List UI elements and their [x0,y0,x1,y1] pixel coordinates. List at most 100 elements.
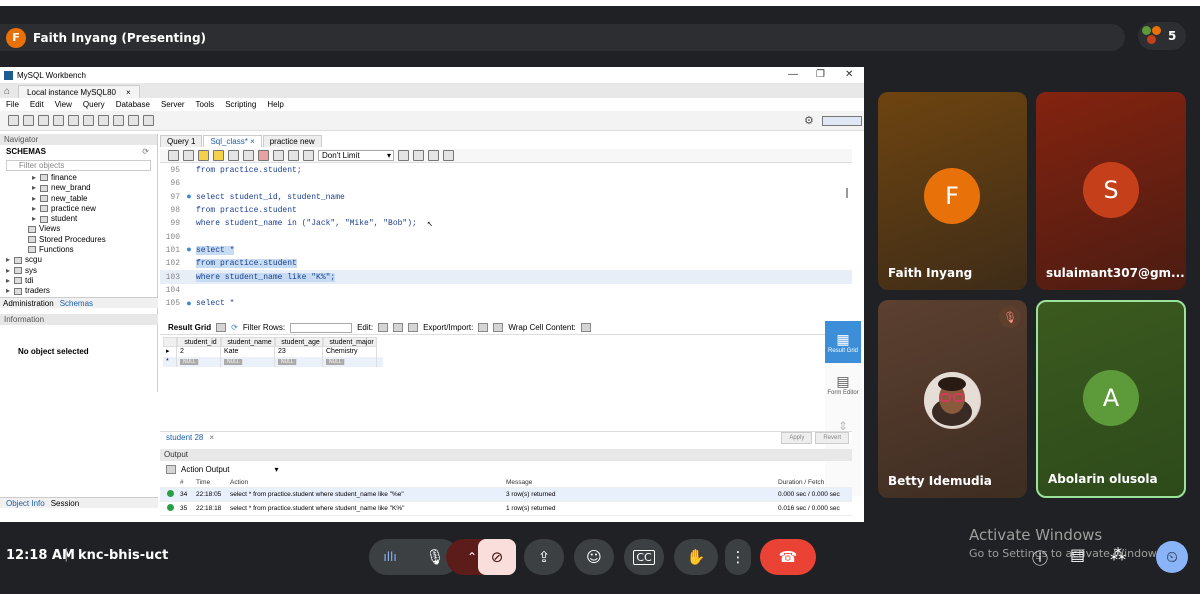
menu-help[interactable]: Help [267,100,283,109]
wrap-icon[interactable] [443,150,454,161]
tab-practice-new[interactable]: practice new [262,135,322,147]
grid-cell[interactable]: Chemistry [323,347,377,357]
tree-item[interactable]: ▸ finance [0,173,157,183]
grid-cell[interactable]: Kate [221,347,275,357]
toggle-error-icon[interactable] [258,150,269,161]
save-icon[interactable] [183,150,194,161]
null-cell[interactable]: NULL [278,359,297,365]
connection-tab[interactable]: Local instance MySQL80 × [18,85,140,98]
menu-view[interactable]: View [55,100,72,109]
minimize-icon[interactable]: — [788,69,798,80]
form-editor-side-button[interactable]: ▤ Form Editor [825,363,861,405]
menu-server[interactable]: Server [161,100,185,109]
participants-button[interactable]: 5 [1138,22,1186,50]
tree-item[interactable]: ▸ sys [0,266,157,276]
chat-icon[interactable]: ▤ [1070,545,1085,564]
output-row[interactable]: 34 22:18:05 select * from practice.stude… [160,488,852,502]
wrap-cell-icon[interactable] [580,323,591,332]
menu-query[interactable]: Query [83,100,105,109]
tab-session[interactable]: Session [51,498,79,508]
open-sql-icon[interactable] [23,115,34,126]
maximize-icon[interactable]: ❐ [816,69,825,80]
participant-tile[interactable]: F Faith Inyang [878,92,1027,290]
camera-off-button[interactable]: ⊘ [478,539,516,575]
menu-scripting[interactable]: Scripting [225,100,256,109]
tab-administration[interactable]: Administration [0,298,57,308]
tree-item[interactable]: Functions [0,245,157,255]
more-options-button[interactable]: ⋮ [725,539,751,575]
present-button[interactable]: ⇪ [524,539,564,575]
grid-cell[interactable]: 2 [177,347,221,357]
home-icon[interactable]: ⌂ [4,86,10,97]
execute-statement-icon[interactable] [213,150,224,161]
new-row[interactable]: * NULL NULL NULL NULL [163,357,383,367]
people-icon[interactable]: ⁂ [1110,545,1126,564]
participant-tile[interactable]: 🎙 Betty Idemudia [878,300,1027,498]
tree-item[interactable]: Stored Procedures [0,235,157,245]
close-tab-icon[interactable]: × [250,137,255,146]
inspector-icon[interactable] [38,115,49,126]
tree-item[interactable]: ▸ new_brand [0,183,157,193]
menu-edit[interactable]: Edit [30,100,44,109]
gear-icon[interactable]: ⚙ [804,114,814,127]
result-grid-side-button[interactable]: ▦ Result Grid [825,321,861,363]
refresh-icon[interactable]: ⟳ [142,145,149,158]
new-sql-tab-icon[interactable] [8,115,19,126]
captions-button[interactable]: CC [624,539,664,575]
menu-tools[interactable]: Tools [196,100,215,109]
export-icon[interactable] [478,323,489,332]
grid-cell[interactable]: 23 [275,347,323,357]
add-row-icon[interactable] [393,323,404,332]
raise-hand-button[interactable]: ✋ [674,539,718,575]
search-table-icon[interactable] [128,115,139,126]
close-tab-icon[interactable]: × [209,433,214,442]
create-function-icon[interactable] [113,115,124,126]
open-file-icon[interactable] [168,150,179,161]
explain-icon[interactable] [228,150,239,161]
table-row[interactable]: ▸ 2 Kate 23 Chemistry [163,347,383,357]
create-schema-icon[interactable] [53,115,64,126]
null-cell[interactable]: NULL [180,359,199,365]
edit-row-icon[interactable] [378,323,389,332]
execute-icon[interactable] [198,150,209,161]
output-row[interactable]: 35 22:18:18 select * from practice.stude… [160,502,852,516]
invisible-chars-icon[interactable] [428,150,439,161]
leave-call-button[interactable]: ☎ [760,539,816,575]
editor-scrollbar[interactable] [846,188,848,198]
tree-item[interactable]: ▸ student [0,214,157,224]
close-tab-icon[interactable]: × [126,88,131,97]
find-icon[interactable] [413,150,424,161]
column-header[interactable]: student_major [323,337,377,347]
tree-item[interactable]: ▸ traders [0,286,157,296]
tab-object-info[interactable]: Object Info [6,498,45,508]
menu-file[interactable]: File [6,100,19,109]
close-icon[interactable]: ✕ [845,69,853,80]
info-icon[interactable]: ⓘ [1032,545,1048,569]
menu-database[interactable]: Database [116,100,150,109]
reconnect-icon[interactable] [143,115,154,126]
column-header[interactable]: student_id [177,337,221,347]
grid-icon[interactable] [216,323,227,332]
filter-rows-input[interactable] [290,322,353,333]
tree-item[interactable]: ▸ tdi [0,276,157,286]
delete-row-icon[interactable] [408,323,419,332]
column-header[interactable]: student_name [221,337,275,347]
null-cell[interactable]: NULL [224,359,243,365]
tab-schemas[interactable]: Schemas [57,298,96,308]
stop-icon[interactable] [243,150,254,161]
activities-button[interactable]: ⏲ [1156,541,1188,573]
layout-toggle-icon[interactable] [822,116,862,126]
autocommit-icon[interactable] [303,150,314,161]
tab-query-1[interactable]: Query 1 [160,135,203,147]
filter-objects-input[interactable]: Filter objects [6,160,151,171]
rollback-icon[interactable] [288,150,299,161]
create-view-icon[interactable] [83,115,94,126]
tree-item[interactable]: ▸ new_table [0,194,157,204]
tree-item[interactable]: ▸ scgu [0,255,157,265]
participant-tile[interactable]: S sulaimant307@gm... [1036,92,1186,290]
revert-button[interactable]: Revert [815,431,849,444]
emoji-button[interactable]: ☺ [574,539,614,575]
import-icon[interactable] [493,323,504,332]
result-tab[interactable]: student 28 [166,433,203,442]
tree-item[interactable]: Views [0,224,157,234]
